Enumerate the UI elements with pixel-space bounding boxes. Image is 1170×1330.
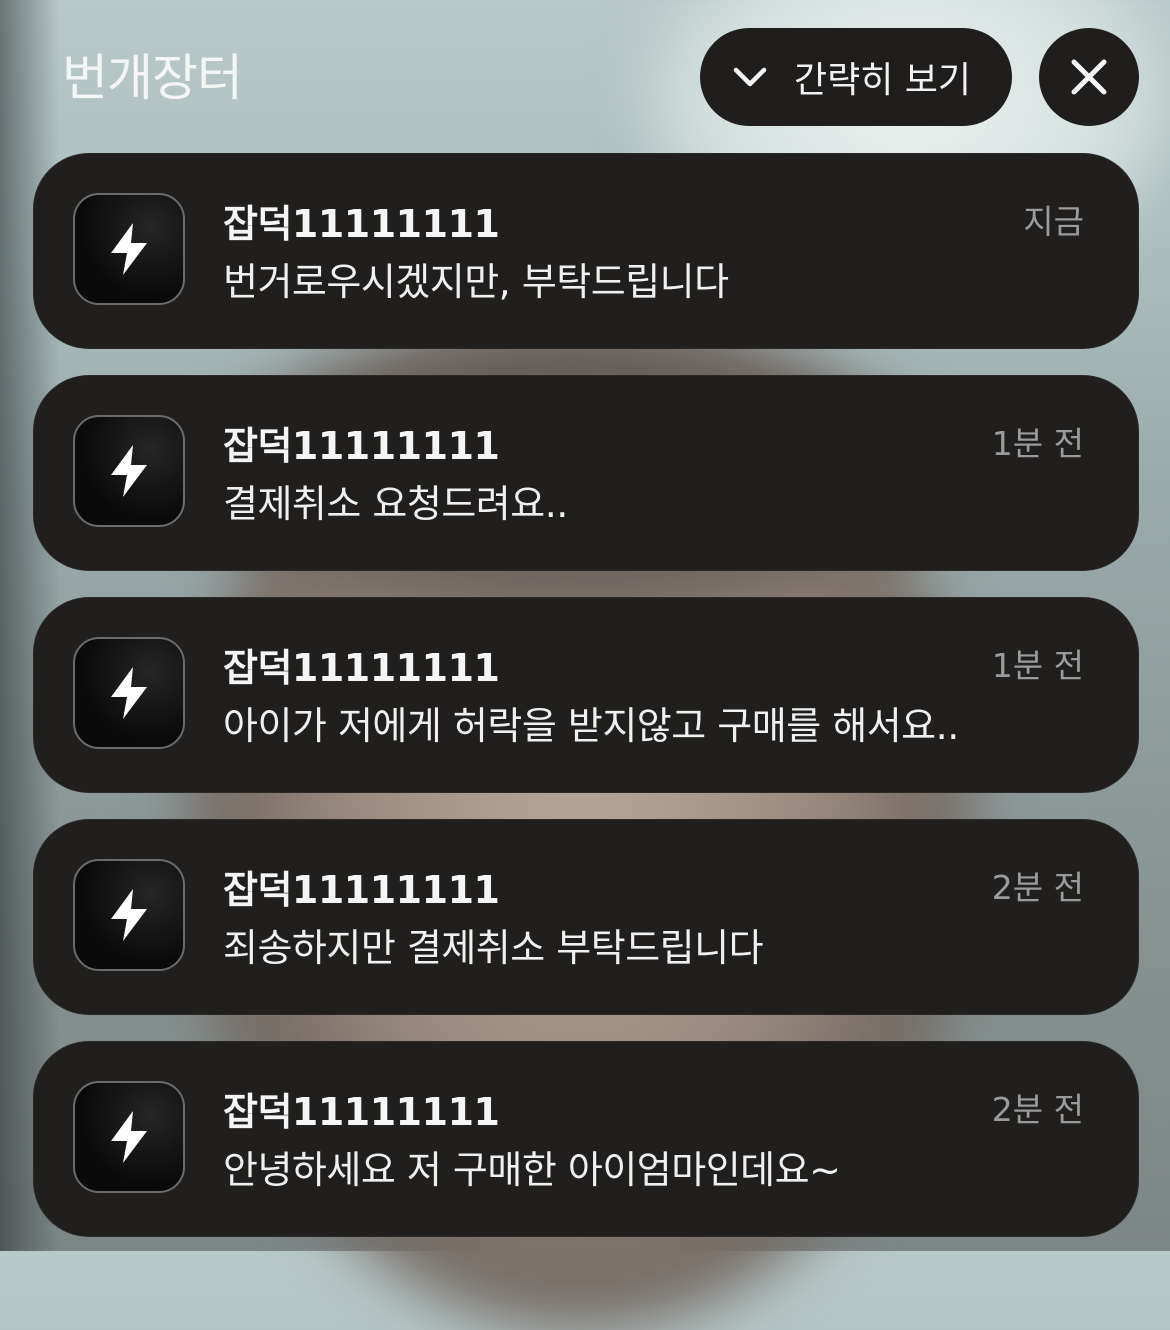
notification-sender: 잡덕11111111 xyxy=(223,868,500,912)
lightning-bolt-icon xyxy=(111,223,147,275)
bunjang-app-icon xyxy=(73,1081,185,1193)
notification-sender: 잡덕11111111 xyxy=(223,1090,500,1134)
notification-time: 2분 전 xyxy=(991,868,1084,907)
notification-message: 번거로우시겠지만, 부탁드립니다 xyxy=(223,260,729,304)
notification-card[interactable]: 잡덕11111111 결제취소 요청드려요.. 1분 전 xyxy=(33,375,1139,571)
notification-time: 2분 전 xyxy=(991,1090,1084,1129)
notification-sender: 잡덕11111111 xyxy=(223,202,500,246)
notification-time: 1분 전 xyxy=(991,646,1084,685)
notification-message: 안녕하세요 저 구매한 아이엄마인데요~ xyxy=(223,1148,841,1192)
show-less-button[interactable]: 간략히 보기 xyxy=(700,28,1012,126)
notification-sender: 잡덕11111111 xyxy=(223,646,500,690)
notification-message: 죄송하지만 결제취소 부탁드립니다 xyxy=(223,926,764,970)
notification-time: 1분 전 xyxy=(991,424,1084,463)
lightning-bolt-icon xyxy=(111,1111,147,1163)
lightning-bolt-icon xyxy=(111,889,147,941)
notification-card[interactable]: 잡덕11111111 아이가 저에게 허락을 받지않고 구매를 해서요.. 1분… xyxy=(33,597,1139,793)
close-icon xyxy=(1069,57,1109,97)
notification-message: 결제취소 요청드려요.. xyxy=(223,482,568,526)
notification-message: 아이가 저에게 허락을 받지않고 구매를 해서요.. xyxy=(223,704,959,748)
chevron-down-icon xyxy=(730,57,770,97)
notification-group-title: 번개장터 xyxy=(62,49,243,107)
bunjang-app-icon xyxy=(73,637,185,749)
lightning-bolt-icon xyxy=(111,667,147,719)
bunjang-app-icon xyxy=(73,859,185,971)
notification-time: 지금 xyxy=(1023,202,1084,241)
notification-sender: 잡덕11111111 xyxy=(223,424,500,468)
notification-card[interactable]: 잡덕11111111 안녕하세요 저 구매한 아이엄마인데요~ 2분 전 xyxy=(33,1041,1139,1237)
bunjang-app-icon xyxy=(73,193,185,305)
notification-card[interactable]: 잡덕11111111 죄송하지만 결제취소 부탁드립니다 2분 전 xyxy=(33,819,1139,1015)
notification-card[interactable]: 잡덕11111111 번거로우시겠지만, 부탁드립니다 지금 xyxy=(33,153,1139,349)
show-less-label: 간략히 보기 xyxy=(794,60,972,101)
clear-notifications-button[interactable] xyxy=(1039,28,1139,126)
lightning-bolt-icon xyxy=(111,445,147,497)
bunjang-app-icon xyxy=(73,415,185,527)
